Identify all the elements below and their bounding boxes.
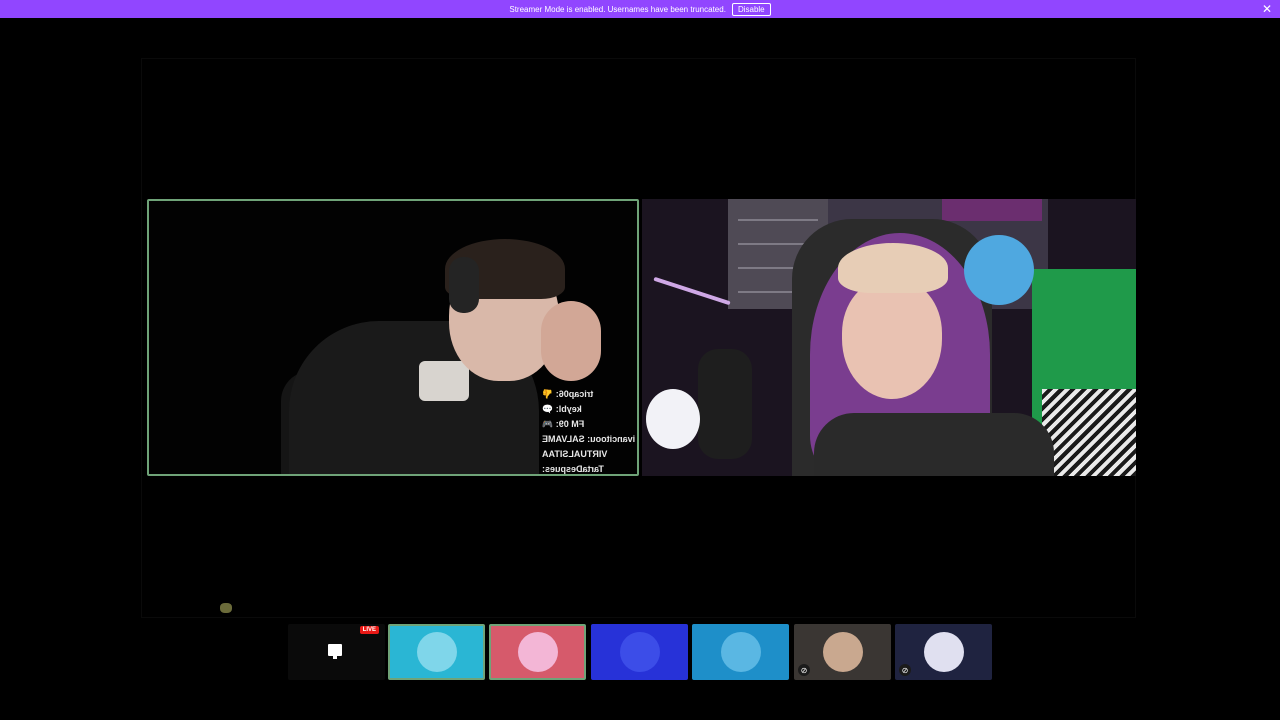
close-icon[interactable]: ✕ — [1262, 2, 1272, 16]
participant-thumb[interactable] — [388, 624, 485, 680]
room-poster — [942, 199, 1042, 221]
streamer-face — [842, 279, 942, 399]
streamer-mode-banner: Streamer Mode is enabled. Usernames have… — [0, 0, 1280, 18]
chat-line: ivancitoou: SALVAME — [541, 434, 635, 444]
avatar — [923, 632, 964, 672]
chat-line: FM 09: 🎮 — [541, 419, 585, 429]
participant-thumb[interactable]: ⊘ — [794, 624, 891, 680]
screen-share-icon — [328, 644, 342, 659]
mirrored-chat-overlay: tricap06: 👎 keybl: 💬 FM 09: 🎮 ivancitoou… — [541, 387, 635, 474]
mic-off-icon: ⊘ — [899, 664, 911, 676]
streamer-hand — [541, 301, 601, 381]
chat-line: keybl: 💬 — [541, 404, 582, 414]
chat-line: TartaDespues: — [541, 464, 604, 474]
participant-thumb[interactable] — [489, 624, 586, 680]
stream-tile-right[interactable] — [642, 199, 1136, 476]
headset-shape — [449, 257, 479, 313]
participant-thumb[interactable] — [591, 624, 688, 680]
avatar — [822, 632, 863, 672]
cursor-sprite — [220, 603, 232, 613]
participant-thumb[interactable] — [692, 624, 789, 680]
plush-toy — [646, 389, 700, 449]
avatar — [416, 632, 457, 672]
avatar — [517, 632, 558, 672]
avatar — [619, 632, 660, 672]
mic-arm — [653, 276, 731, 306]
streamer-body — [814, 413, 1054, 476]
chat-line: tricap06: 👎 — [541, 389, 594, 399]
avatar — [720, 632, 761, 672]
live-badge: LIVE — [359, 626, 379, 634]
participant-strip: LIVE ⊘ ⊘ — [288, 624, 994, 680]
microphone — [698, 349, 752, 459]
streamer-bangs — [838, 243, 948, 293]
banner-message: Streamer Mode is enabled. Usernames have… — [509, 4, 726, 14]
disable-streamer-mode-button[interactable]: Disable — [731, 2, 771, 16]
bed-blanket — [1042, 389, 1136, 476]
shirt-collar — [419, 361, 469, 401]
participant-thumb[interactable]: ⊘ — [895, 624, 992, 680]
chat-line: VIRTUALSITAA — [541, 449, 608, 459]
participant-thumb-screen[interactable]: LIVE — [288, 624, 385, 680]
plush-dragon — [964, 235, 1034, 305]
mic-off-icon: ⊘ — [798, 664, 810, 676]
stream-tile-left[interactable]: tricap06: 👎 keybl: 💬 FM 09: 🎮 ivancitoou… — [147, 199, 639, 476]
